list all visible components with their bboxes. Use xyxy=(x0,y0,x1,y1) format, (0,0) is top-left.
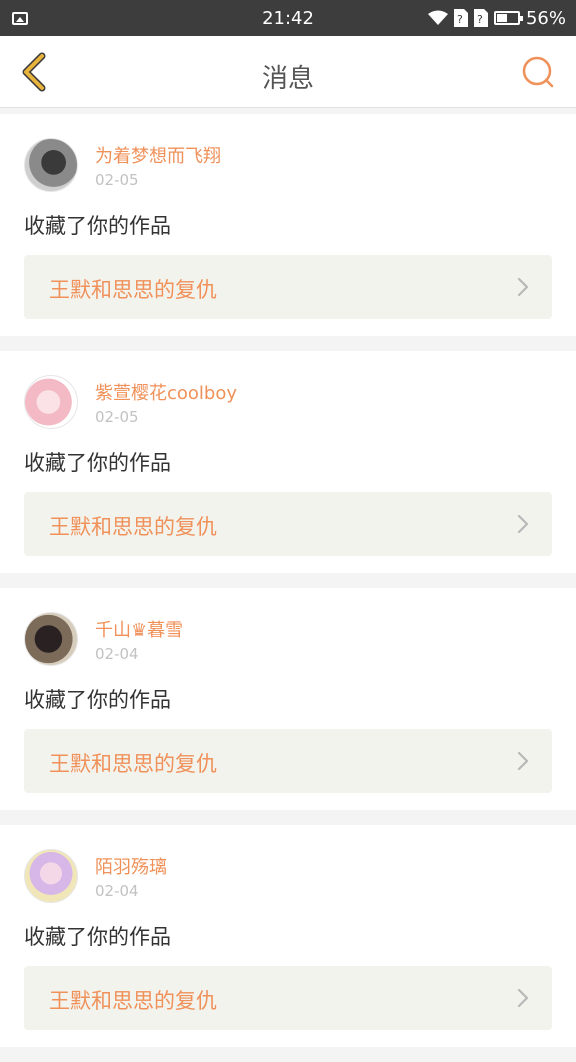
chevron-right-icon xyxy=(517,751,529,771)
app-header: 消息 xyxy=(0,36,576,108)
work-title: 王默和思思的复仇 xyxy=(49,515,217,539)
search-icon xyxy=(522,56,554,88)
work-title: 王默和思思的复仇 xyxy=(49,278,217,302)
message-list: 为着梦想而飞翔 02-05 收藏了你的作品 王默和思思的复仇 紫萱樱花coolb… xyxy=(0,114,576,1062)
message-date: 02-04 xyxy=(95,882,139,900)
page-title: 消息 xyxy=(261,64,314,94)
message-card: 紫萱樱花coolboy 02-05 收藏了你的作品 王默和思思的复仇 xyxy=(0,351,576,573)
battery-percent: 56% xyxy=(525,7,566,29)
avatar[interactable] xyxy=(24,138,78,192)
work-link[interactable]: 王默和思思的复仇 xyxy=(24,255,552,319)
work-link[interactable]: 王默和思思的复仇 xyxy=(24,966,552,1030)
message-date: 02-04 xyxy=(95,645,139,663)
message-card: 千山♛暮雪 02-04 收藏了你的作品 王默和思思的复仇 xyxy=(0,588,576,810)
work-title: 王默和思思的复仇 xyxy=(49,752,217,776)
work-link[interactable]: 王默和思思的复仇 xyxy=(24,729,552,793)
avatar[interactable] xyxy=(24,375,78,429)
message-action: 收藏了你的作品 xyxy=(24,925,171,949)
svg-text:?: ? xyxy=(457,13,463,26)
username[interactable]: 千山♛暮雪 xyxy=(95,616,183,642)
status-bar: 21:42 ? ? 56% xyxy=(0,0,576,36)
image-notification-icon xyxy=(12,11,32,25)
avatar[interactable] xyxy=(24,612,78,666)
battery-icon xyxy=(493,11,523,25)
message-date: 02-05 xyxy=(95,171,139,189)
chevron-right-icon xyxy=(517,514,529,534)
chevron-right-icon xyxy=(517,988,529,1008)
message-card: 陌羽殇璃 02-04 收藏了你的作品 王默和思思的复仇 xyxy=(0,825,576,1047)
avatar[interactable] xyxy=(24,849,78,903)
username[interactable]: 为着梦想而飞翔 xyxy=(95,142,221,168)
sim-no-signal-icon: ? xyxy=(453,9,468,27)
message-card: 为着梦想而飞翔 02-05 收藏了你的作品 王默和思思的复仇 xyxy=(0,114,576,336)
message-action: 收藏了你的作品 xyxy=(24,214,171,238)
svg-text:?: ? xyxy=(477,13,483,26)
work-title: 王默和思思的复仇 xyxy=(49,989,217,1013)
sim-no-signal-icon: ? xyxy=(473,9,488,27)
message-action: 收藏了你的作品 xyxy=(24,688,171,712)
message-date: 02-05 xyxy=(95,408,139,426)
search-button[interactable] xyxy=(518,52,558,92)
username[interactable]: 紫萱樱花coolboy xyxy=(95,379,237,405)
message-action: 收藏了你的作品 xyxy=(24,451,171,475)
work-link[interactable]: 王默和思思的复仇 xyxy=(24,492,552,556)
username[interactable]: 陌羽殇璃 xyxy=(95,853,167,879)
wifi-icon xyxy=(427,10,448,25)
chevron-right-icon xyxy=(517,277,529,297)
